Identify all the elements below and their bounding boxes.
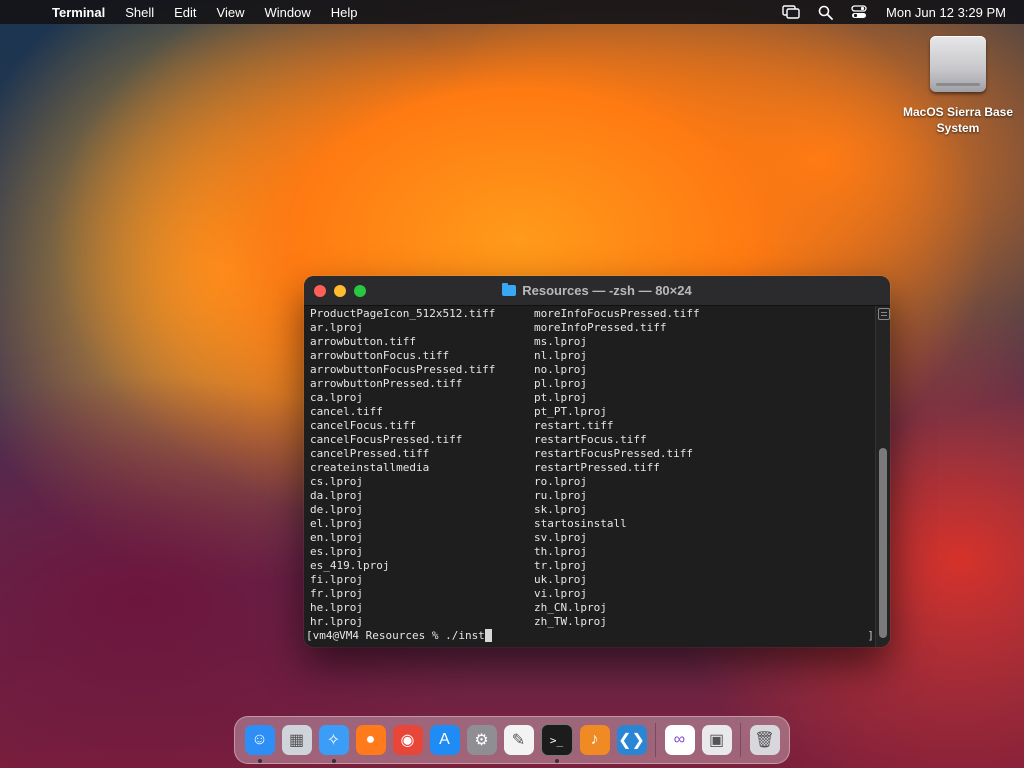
output-line: fr.lproj — [310, 587, 363, 600]
output-line: zh_CN.lproj — [534, 601, 607, 614]
launchpad-icon[interactable]: ▦ — [281, 725, 312, 755]
output-line: pt_PT.lproj — [534, 405, 607, 418]
output-line: uk.lproj — [534, 573, 587, 586]
prompt-close-bracket: ] — [867, 629, 874, 642]
folder-icon — [502, 283, 517, 296]
output-line: restart.tiff — [534, 419, 614, 432]
terminal-icon[interactable]: >_ — [540, 724, 573, 763]
terminal-window[interactable]: Resources — -zsh — 80×24 ProductPageIcon… — [304, 276, 890, 647]
window-title-text: Resources — -zsh — 80×24 — [522, 283, 692, 298]
output-line: fi.lproj — [310, 573, 363, 586]
hard-drive-icon[interactable] — [930, 36, 986, 92]
zoom-window-button[interactable] — [354, 284, 366, 297]
output-line: da.lproj — [310, 489, 363, 502]
screen-mirroring-icon[interactable] — [781, 4, 801, 20]
output-line: ca.lproj — [310, 391, 363, 404]
scroll-thumb[interactable] — [879, 448, 887, 638]
dock-divider — [740, 723, 741, 757]
close-window-button[interactable] — [314, 284, 326, 297]
firefox-icon[interactable]: ● — [355, 725, 386, 755]
control-center-icon[interactable] — [849, 4, 869, 20]
output-line: createinstallmedia — [310, 461, 430, 474]
textedit-icon[interactable]: ✎ — [503, 725, 534, 755]
output-line: sk.lproj — [534, 503, 587, 516]
dock: ☺ ▦ ✧ ● ◉ A ⚙ ✎ >_ ♪ ❮❯ ∞ ▣ 🗑 — [234, 716, 790, 764]
system-settings-icon[interactable]: ⚙ — [466, 725, 497, 755]
output-column-left: ProductPageIcon_512x512.tiff ar.lproj arro… — [310, 307, 495, 629]
visual-studio-icon[interactable]: ∞ — [664, 725, 695, 755]
output-line: startosinstall — [534, 517, 627, 530]
running-indicator — [257, 759, 262, 763]
output-line: arrowbutton.tiff — [310, 335, 416, 348]
terminal-scrollbar[interactable] — [875, 306, 890, 647]
output-line: ar.lproj — [310, 321, 363, 334]
output-line: th.lproj — [534, 545, 587, 558]
running-indicator — [554, 759, 559, 763]
output-line: arrowbuttonPressed.tiff — [310, 377, 463, 390]
output-line: es_419.lproj — [310, 559, 390, 572]
output-line: hr.lproj — [310, 615, 363, 628]
output-line: ro.lproj — [534, 475, 587, 488]
output-line: cancel.tiff — [310, 405, 383, 418]
output-line: ru.lproj — [534, 489, 587, 502]
output-line: nl.lproj — [534, 349, 587, 362]
trash-icon[interactable]: 🗑 — [749, 725, 780, 755]
chrome-icon[interactable]: ◉ — [392, 725, 423, 755]
menu-help[interactable]: Help — [321, 5, 368, 20]
command-prompt[interactable]: [vm4@VM4 Resources % ./inst — [306, 629, 492, 643]
output-line: sv.lproj — [534, 531, 587, 544]
finder-icon[interactable]: ☺ — [244, 725, 275, 763]
desktop-drive[interactable]: MacOS Sierra Base System — [895, 36, 1021, 136]
vscode-icon[interactable]: ❮❯ — [616, 725, 647, 755]
text-cursor — [484, 629, 492, 642]
output-line: arrowbuttonFocus.tiff — [310, 349, 450, 362]
output-line: moreInfoFocusPressed.tiff — [534, 307, 700, 320]
spotlight-search-icon[interactable] — [815, 4, 835, 20]
menu-edit[interactable]: Edit — [164, 5, 206, 20]
minimize-window-button[interactable] — [334, 284, 346, 297]
output-line: ProductPageIcon_512x512.tiff — [310, 307, 496, 320]
dock-divider — [655, 723, 656, 757]
output-line: vi.lproj — [534, 587, 587, 600]
menu-bar: Terminal Shell Edit View Window Help Mon… — [0, 0, 1024, 24]
menu-shell[interactable]: Shell — [115, 5, 164, 20]
running-indicator — [331, 759, 336, 763]
output-line: zh_TW.lproj — [534, 615, 607, 628]
output-line: es.lproj — [310, 545, 363, 558]
safari-icon[interactable]: ✧ — [318, 725, 349, 763]
menu-window[interactable]: Window — [255, 5, 321, 20]
output-line: cancelFocusPressed.tiff — [310, 433, 463, 446]
drive-label: MacOS Sierra Base System — [902, 105, 1014, 135]
menu-app-name[interactable]: Terminal — [44, 5, 115, 20]
prompt-text: [vm4@VM4 Resources % ./inst — [306, 629, 485, 642]
output-line: de.lproj — [310, 503, 363, 516]
output-line: restartFocusPressed.tiff — [534, 447, 693, 460]
output-line: el.lproj — [310, 517, 363, 530]
output-line: cancelPressed.tiff — [310, 447, 430, 460]
menu-view[interactable]: View — [207, 5, 255, 20]
output-line: tr.lproj — [534, 559, 587, 572]
output-line: arrowbuttonFocusPressed.tiff — [310, 363, 496, 376]
output-line: cs.lproj — [310, 475, 363, 488]
installer-icon[interactable]: ▣ — [701, 725, 732, 755]
output-line: restartFocus.tiff — [534, 433, 647, 446]
output-line: no.lproj — [534, 363, 587, 376]
output-line: en.lproj — [310, 531, 363, 544]
app-store-icon[interactable]: A — [429, 725, 460, 755]
output-line: cancelFocus.tiff — [310, 419, 416, 432]
garageband-icon[interactable]: ♪ — [579, 725, 610, 755]
terminal-output[interactable]: ProductPageIcon_512x512.tiff ar.lproj arro… — [304, 306, 876, 647]
menu-clock[interactable]: Mon Jun 12 3:29 PM — [886, 5, 1006, 20]
output-line: restartPressed.tiff — [534, 461, 660, 474]
output-line: he.lproj — [310, 601, 363, 614]
split-pane-icon[interactable] — [878, 308, 890, 320]
output-line: pl.lproj — [534, 377, 587, 390]
output-line: moreInfoPressed.tiff — [534, 321, 667, 334]
output-column-right: moreInfoFocusPressed.tiff moreInfoPressed… — [534, 307, 700, 629]
window-title: Resources — -zsh — 80×24 — [304, 276, 890, 305]
output-line: ms.lproj — [534, 335, 587, 348]
terminal-titlebar[interactable]: Resources — -zsh — 80×24 — [304, 276, 890, 306]
output-line: pt.lproj — [534, 391, 587, 404]
